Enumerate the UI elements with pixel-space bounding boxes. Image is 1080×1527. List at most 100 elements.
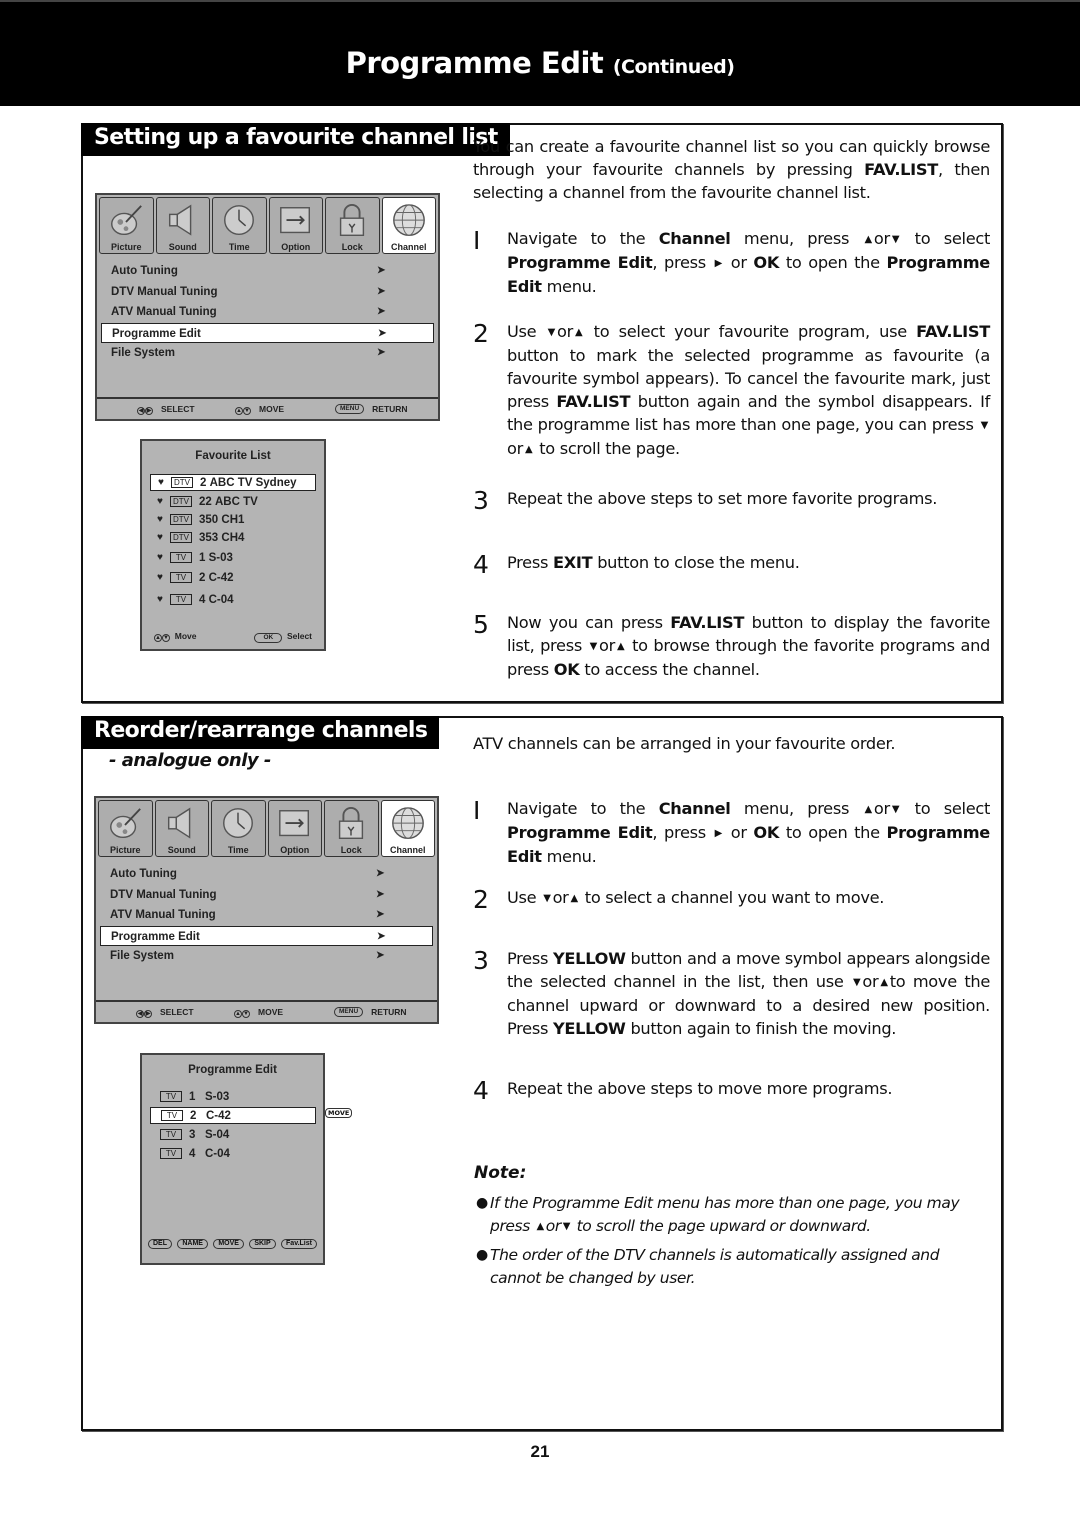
channel-name: S-04 — [205, 1128, 230, 1141]
channel-number: 353 — [199, 531, 219, 544]
channel-name: C-42 — [208, 571, 234, 584]
step-number: 3 — [473, 946, 489, 975]
channel-menu-screenshot: Picture Sound Time Option Lock Channel Auto T… — [94, 796, 439, 1024]
up-arrow-icon: ▲ — [880, 977, 888, 988]
menu-item: Programme Edit ➤ — [100, 925, 433, 947]
page-title-text: Programme Edit — [345, 46, 604, 80]
menu-item: DTV Manual Tuning ➤ — [101, 282, 434, 303]
chevron-right-icon: ➤ — [377, 265, 386, 276]
menu-key-icon: MENU — [335, 404, 365, 414]
channel-name: C-04 — [205, 1147, 230, 1160]
menu-tabs: Picture Sound Time Option Lock Channel — [96, 798, 437, 858]
tab-label: Picture — [110, 242, 142, 252]
heart-icon: ♥ — [157, 496, 163, 507]
favourite-list-footer: ▲ ▼ Move OK Select — [154, 631, 312, 643]
tab-sound: Sound — [154, 800, 209, 857]
source-badge: DTV — [171, 477, 193, 488]
menu-item-label: ATV Manual Tuning — [110, 909, 216, 922]
note-item: ● The order of the DTV channels is automa… — [476, 1244, 992, 1290]
tab-label: Lock — [340, 845, 362, 855]
wrench-icon — [276, 806, 314, 842]
step-text: Press YELLOW button and a move symbol ap… — [507, 949, 990, 1038]
menu-item: ATV Manual Tuning ➤ — [101, 302, 434, 323]
step-number: I — [473, 226, 481, 255]
footer-move: ▲ ▼ Move — [154, 631, 196, 643]
menu-item-label: DTV Manual Tuning — [110, 888, 217, 901]
favourite-list-row: ♥ TV 1 S-03 — [150, 549, 233, 566]
speaker-icon — [164, 203, 202, 239]
programme-row: TV 2 C-42 — [150, 1107, 316, 1124]
programme-edit-buttons: DEL NAME MOVE SKIP Fav.List — [148, 1239, 317, 1249]
channel-name: C-04 — [208, 593, 234, 606]
channel-name: CH4 — [221, 531, 245, 544]
footer-select-label: SELECT — [160, 1007, 194, 1017]
step-number: 2 — [473, 885, 489, 914]
channel-name: ABC TV Sydney — [209, 476, 297, 489]
favourite-list-row: ♥ TV 4 C-04 — [150, 591, 234, 608]
menu-item-label: Programme Edit — [112, 327, 201, 340]
down-arrow-icon: ▼ — [562, 1221, 571, 1232]
heart-icon: ♥ — [157, 514, 163, 525]
channel-number: 350 — [199, 513, 219, 526]
menu-items: Auto Tuning ➤ DTV Manual Tuning ➤ ATV Manual… — [96, 858, 437, 1000]
tab-label: Channel — [389, 845, 426, 855]
up-down-keys-icon: ▲ ▼ — [235, 406, 251, 415]
down-arrow-icon: ▼ — [980, 420, 989, 431]
channel-number: 3 — [189, 1128, 196, 1141]
note-item: ● If the Programme Edit menu has more tha… — [476, 1192, 992, 1238]
chevron-right-icon: ➤ — [376, 909, 385, 921]
channel-number: 1 — [189, 1090, 196, 1103]
footer-select-label: SELECT — [161, 404, 195, 414]
menu-item: File System ➤ — [100, 946, 433, 967]
heart-icon: ♥ — [157, 572, 163, 583]
programme-row: TV 3 S-04 — [150, 1126, 316, 1143]
lock-icon — [332, 806, 370, 842]
picture-icon — [107, 203, 145, 239]
section-heading: Reorder/rearrange channels — [81, 716, 440, 749]
up-down-keys-icon: ▲ ▼ — [154, 634, 170, 642]
menu-tabs: Picture Sound Time Option Lock Channel — [97, 195, 438, 255]
source-badge: TV — [160, 1129, 182, 1140]
wrench-icon — [277, 203, 315, 239]
footer-move: ▲ ▼ MOVE — [234, 1007, 334, 1018]
tab-label: Lock — [341, 242, 363, 252]
lock-icon — [333, 203, 371, 239]
step-number: 2 — [473, 319, 489, 348]
source-badge: TV — [161, 1110, 183, 1121]
left-right-keys-icon: ◀ ▶ — [137, 406, 153, 415]
footer-move-label: MOVE — [258, 1007, 284, 1017]
chevron-right-icon: ➤ — [376, 868, 385, 879]
page-title-subtitle: (Continued) — [612, 56, 735, 78]
down-arrow-icon: ▼ — [543, 893, 551, 904]
menu-key-icon: MENU — [334, 1007, 364, 1017]
footer-move: ▲ ▼ MOVE — [235, 404, 335, 415]
left-right-keys-icon: ◀ ▶ — [136, 1009, 152, 1018]
programme-row: TV 1 S-03 — [150, 1088, 316, 1105]
programme-row: TV 4 C-04 — [150, 1145, 316, 1162]
speaker-icon — [163, 806, 201, 842]
page-number: 21 — [530, 1442, 550, 1461]
footer-select-label: Select — [286, 631, 312, 641]
up-arrow-icon: ▲ — [524, 444, 533, 455]
note-text: If the Programme Edit menu has more than… — [490, 1194, 960, 1235]
favourite-list-row: ♥ DTV 22 ABC TV — [150, 493, 258, 510]
picture-icon — [106, 806, 144, 842]
favourite-list-row: ♥ DTV 2 ABC TV Sydney — [150, 474, 316, 491]
step-text: Navigate to the Channel menu, press ▲ or ▼… — [507, 229, 991, 296]
step-text: Now you can press FAV.LIST button to dis… — [507, 613, 991, 679]
source-badge: TV — [170, 594, 192, 605]
globe-icon — [390, 203, 428, 239]
menu-item: DTV Manual Tuning ➤ — [100, 885, 433, 906]
key-skip: SKIP — [249, 1239, 276, 1249]
heart-icon: ♥ — [157, 552, 163, 563]
step-number: 4 — [473, 1076, 489, 1105]
menu-item-label: File System — [110, 950, 174, 963]
heart-icon: ♥ — [157, 594, 163, 605]
source-badge: TV — [160, 1091, 182, 1102]
tab-label: Time — [228, 242, 250, 252]
tab-time: Time — [211, 800, 266, 857]
tab-label: Picture — [109, 845, 141, 855]
favourite-list-row: ♥ DTV 350 CH1 — [150, 511, 244, 528]
tab-picture: Picture — [99, 197, 154, 254]
favourite-list-row: ♥ TV 2 C-42 — [150, 569, 234, 586]
